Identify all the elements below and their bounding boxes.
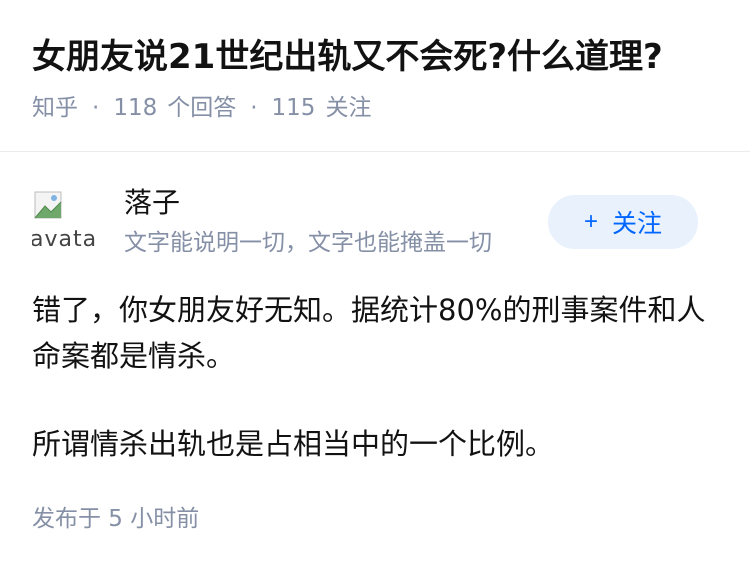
answer-paragraph: 错了，你女朋友好无知。据统计80%的刑事案件和人命案都是情杀。 — [32, 293, 706, 373]
plus-icon: + — [583, 208, 598, 235]
answer-paragraph: 所谓情杀出轨也是占相当中的一个比例。 — [32, 427, 555, 461]
question-header: 女朋友说21世纪出轨又不会死?什么道理? 知乎 · 118 个回答 · 115 … — [32, 32, 722, 124]
author-name[interactable]: 落子 — [124, 185, 180, 221]
question-title[interactable]: 女朋友说21世纪出轨又不会死?什么道理? — [32, 32, 722, 82]
follow-button[interactable]: + 关注 — [548, 195, 698, 249]
meta-separator: · — [250, 95, 258, 121]
section-divider — [0, 151, 750, 152]
answer-count: 118 — [113, 95, 158, 121]
answer-count-label[interactable]: 个回答 — [167, 92, 236, 124]
author-bio: 文字能说明一切，文字也能掩盖一切 — [124, 230, 492, 256]
broken-image-icon — [34, 191, 62, 219]
follow-count: 115 — [271, 95, 316, 121]
avatar[interactable]: avatar — [32, 189, 96, 257]
author-info: avatar 落子 文字能说明一切，文字也能掩盖一切 + 关注 — [32, 185, 718, 261]
answer-content: 错了，你女朋友好无知。据统计80%的刑事案件和人命案都是情杀。 所谓情杀出轨也是… — [32, 287, 722, 509]
follow-button-label: 关注 — [612, 210, 663, 238]
follow-count-label: 关注 — [325, 95, 372, 121]
avatar-alt-text: avatar — [32, 227, 96, 252]
meta-separator: · — [92, 95, 100, 121]
question-meta: 知乎 · 118 个回答 · 115 关注 — [32, 92, 722, 124]
publish-time: 发布于 5 小时前 — [32, 506, 200, 532]
site-name[interactable]: 知乎 — [32, 92, 78, 124]
